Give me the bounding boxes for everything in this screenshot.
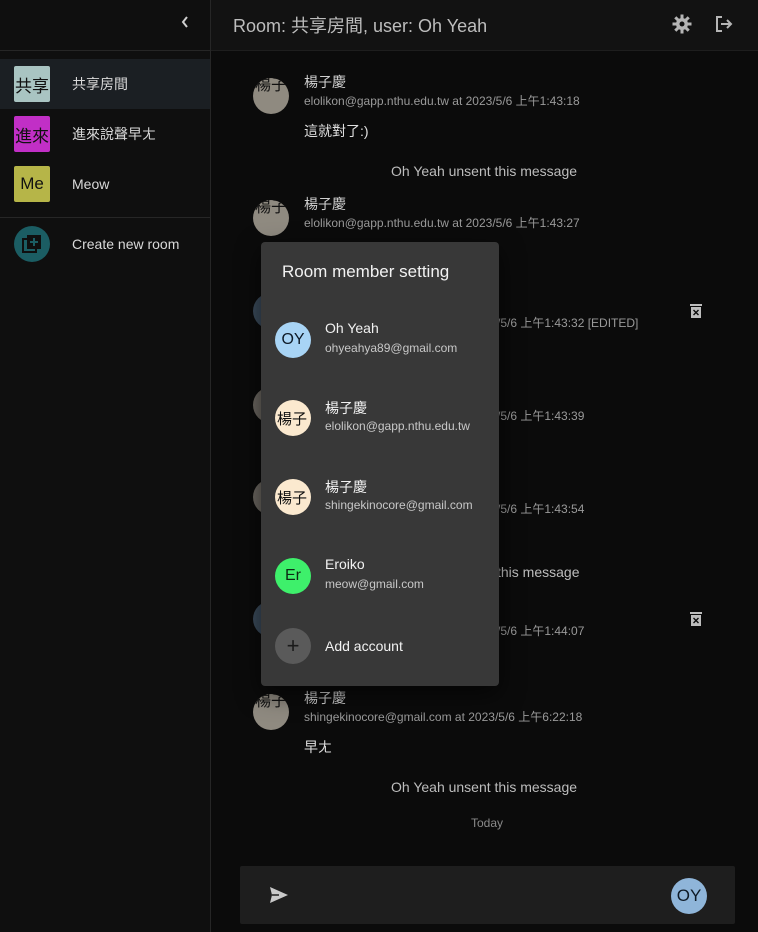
settings-button[interactable] bbox=[670, 12, 694, 36]
room-avatar: 進來 bbox=[14, 116, 50, 152]
delete-icon[interactable] bbox=[689, 303, 703, 319]
logout-icon bbox=[716, 16, 733, 32]
message-meta: /5/6 上午1:43:32 [EDITED] bbox=[497, 316, 639, 330]
member-name: 楊子慶 bbox=[325, 479, 367, 495]
member-email: ohyeahya89@gmail.com bbox=[325, 341, 458, 355]
room-avatar: Me bbox=[14, 166, 50, 202]
system-message: this message bbox=[497, 564, 580, 580]
avatar: OY bbox=[275, 322, 311, 358]
top-bar: Room: 共享房間, user: Oh Yeah bbox=[211, 0, 758, 51]
message-meta: /5/6 上午1:43:39 bbox=[497, 409, 585, 423]
member-name: Eroiko bbox=[325, 556, 365, 572]
page-title: Room: 共享房間, user: Oh Yeah bbox=[233, 16, 488, 36]
sidebar: 共享 共享房間 進來 進來說聲早ㄤ Me Meow Create new roo… bbox=[0, 0, 211, 932]
message-author: 楊子慶 bbox=[304, 196, 346, 212]
member-name: 楊子慶 bbox=[325, 400, 367, 416]
chevron-left-icon bbox=[181, 16, 188, 28]
add-box-icon bbox=[14, 226, 50, 262]
room-list: 共享 共享房間 進來 進來說聲早ㄤ Me Meow bbox=[0, 51, 210, 209]
member-item[interactable]: 楊子 楊子慶 elolikon@gapp.nthu.edu.tw bbox=[275, 398, 499, 438]
message-input[interactable] bbox=[310, 882, 654, 910]
delete-icon[interactable] bbox=[689, 611, 703, 627]
gear-icon bbox=[672, 14, 692, 34]
collapse-sidebar-button[interactable] bbox=[176, 12, 194, 34]
room-name: Meow bbox=[72, 176, 110, 192]
room-name: 進來說聲早ㄤ bbox=[72, 126, 156, 142]
plus-icon: + bbox=[275, 628, 311, 664]
send-button[interactable] bbox=[268, 884, 290, 906]
avatar: 楊子 bbox=[253, 78, 289, 114]
member-name: Oh Yeah bbox=[325, 320, 379, 336]
room-item-shared[interactable]: 共享 共享房間 bbox=[0, 59, 210, 109]
send-icon bbox=[270, 887, 288, 903]
message-meta: shingekinocore@gmail.com at 2023/5/6 上午6… bbox=[304, 710, 583, 724]
member-item[interactable]: Er Eroiko meow@gmail.com bbox=[275, 556, 499, 596]
day-separator: Today bbox=[471, 816, 504, 830]
add-account-label: Add account bbox=[325, 638, 403, 654]
system-message: Oh Yeah unsent this message bbox=[391, 779, 578, 795]
dialog-title: Room member setting bbox=[282, 262, 450, 281]
message-meta: /5/6 上午1:43:54 bbox=[497, 502, 585, 516]
member-email: elolikon@gapp.nthu.edu.tw bbox=[325, 419, 470, 433]
avatar: 楊子 bbox=[275, 479, 311, 515]
room-member-dialog: Room member setting OY Oh Yeah ohyeahya8… bbox=[261, 242, 499, 686]
message-author: 楊子慶 bbox=[304, 690, 346, 706]
avatar: 楊子 bbox=[253, 200, 289, 236]
message-text: 早ㄤ bbox=[304, 739, 332, 755]
message-meta: elolikon@gapp.nthu.edu.tw at 2023/5/6 上午… bbox=[304, 216, 580, 230]
member-item[interactable]: 楊子 楊子慶 shingekinocore@gmail.com bbox=[275, 477, 499, 517]
room-avatar: 共享 bbox=[14, 66, 50, 102]
message-meta: /5/6 上午1:44:07 bbox=[497, 624, 585, 638]
create-room-label: Create new room bbox=[72, 236, 180, 252]
avatar: 楊子 bbox=[253, 694, 289, 730]
room-name: 共享房間 bbox=[72, 76, 128, 92]
system-message: Oh Yeah unsent this message bbox=[391, 163, 578, 179]
message-meta: elolikon@gapp.nthu.edu.tw at 2023/5/6 上午… bbox=[304, 94, 580, 108]
member-email: shingekinocore@gmail.com bbox=[325, 498, 473, 512]
add-account-button[interactable]: + Add account bbox=[275, 628, 499, 664]
member-item[interactable]: OY Oh Yeah ohyeahya89@gmail.com bbox=[275, 320, 499, 360]
member-email: meow@gmail.com bbox=[325, 577, 424, 591]
avatar[interactable]: OY bbox=[671, 878, 707, 914]
message-text: 這就對了:) bbox=[304, 123, 369, 139]
room-item-meow[interactable]: Me Meow bbox=[0, 159, 210, 209]
message-author: 楊子慶 bbox=[304, 74, 346, 90]
message-composer: OY bbox=[240, 866, 735, 924]
sidebar-header bbox=[0, 0, 210, 51]
avatar: 楊子 bbox=[275, 400, 311, 436]
avatar: Er bbox=[275, 558, 311, 594]
room-item-greeting[interactable]: 進來 進來說聲早ㄤ bbox=[0, 109, 210, 159]
logout-button[interactable] bbox=[712, 12, 736, 36]
create-room-button[interactable]: Create new room bbox=[0, 218, 210, 270]
